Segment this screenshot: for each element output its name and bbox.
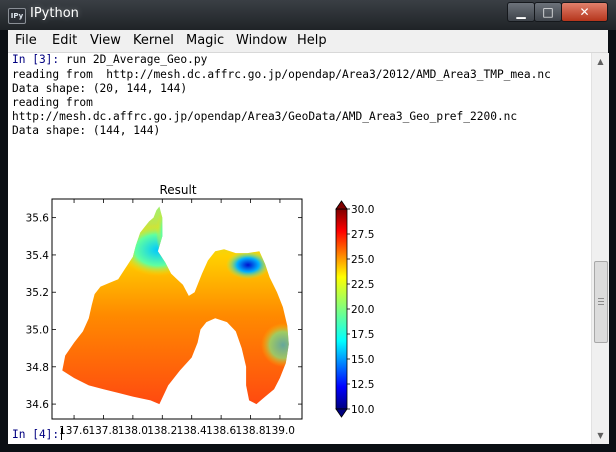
title-bar[interactable]: IPy IPython ▁ □ ✕ [0,0,616,30]
grip-line [598,298,604,299]
x-tick-label: 138.6 [206,425,236,437]
colorbar-extend-min [335,408,348,418]
minimize-button[interactable]: ▁ [507,2,535,22]
colorbar-tick-label: 22.5 [351,279,374,291]
y-tick-label: 34.6 [26,399,50,411]
menu-help[interactable]: Help [297,33,327,48]
x-tick-label: 137.8 [88,425,118,437]
menu-magic[interactable]: Magic [186,33,224,48]
scroll-thumb[interactable] [594,261,608,343]
text-cursor [61,428,63,440]
output-line: Data shape: (20, 144, 144) [12,82,188,95]
output-line: reading from http://mesh.dc.affrc.go.jp/… [12,68,551,81]
console-output[interactable]: In [3]: run 2D_Average_Geo.py reading fr… [8,53,591,444]
close-button[interactable]: ✕ [561,2,608,22]
colorbar-extend-max [335,200,348,210]
input-line-3: In [3]: run 2D_Average_Geo.py [12,53,207,66]
colorbar-tick-label: 15.0 [351,354,374,366]
input-prompt-3: In [3]: [12,53,60,66]
ipython-window: IPy IPython ▁ □ ✕ File Edit View Kernel … [0,0,616,452]
menu-edit[interactable]: Edit [52,33,77,48]
y-tick-label: 35.2 [26,287,49,299]
colorbar-tick-label: 12.5 [351,379,374,391]
x-tick-label: 139.0 [265,425,295,437]
x-tick-label: 138.8 [235,425,265,437]
menu-kernel[interactable]: Kernel [133,33,174,48]
maximize-button[interactable]: □ [534,2,562,22]
colorbar-tick-label: 10.0 [351,404,374,416]
y-tick-label: 35.6 [26,213,50,225]
y-tick-label: 35.4 [26,250,50,262]
scroll-down-arrow-icon[interactable]: ▼ [592,427,609,444]
chart-title: Result [159,183,196,197]
run-command: run 2D_Average_Geo.py [65,53,208,66]
menu-window[interactable]: Window [236,33,287,48]
result-figure: Result 137.6 137.8 138.0 138.2 138.4 138.6 138… [26,183,375,437]
window-client: File Edit View Kernel Magic Window Help … [8,30,609,444]
colorbar-tick-label: 20.0 [351,304,374,316]
menu-view[interactable]: View [90,33,121,48]
y-tick-label: 34.8 [26,362,49,374]
x-tick-label: 138.4 [177,425,207,437]
grip-line [598,301,604,302]
ipython-app-icon: IPy [8,8,26,24]
vertical-scrollbar[interactable]: ▲ ▼ [591,53,609,444]
output-line: reading from [12,96,93,109]
colorbar-tick-label: 25.0 [351,254,374,266]
input-line-4[interactable]: In [4]: [12,428,63,441]
colorbar [335,208,348,410]
output-line: http://mesh.dc.affrc.go.jp/opendap/Area3… [12,110,518,123]
x-tick-label: 138.2 [147,425,177,437]
menu-file[interactable]: File [15,33,37,48]
colorbar-ticks: 30.0 27.5 25.0 22.5 20.0 17.5 15.0 12.5 10.0 [347,204,374,416]
colorbar-tick-label: 27.5 [351,229,374,241]
grip-line [598,304,604,305]
colorbar-tick-label: 17.5 [351,329,374,341]
y-tick-label: 35.0 [26,325,49,337]
scroll-up-arrow-icon[interactable]: ▲ [592,53,609,70]
x-tick-label: 137.6 [59,425,89,437]
window-title: IPython [30,6,79,21]
menu-bar: File Edit View Kernel Magic Window Help [8,30,608,53]
colorbar-tick-label: 30.0 [351,204,374,216]
x-tick-label: 138.0 [118,425,148,437]
input-prompt-4: In [4]: [12,428,60,441]
